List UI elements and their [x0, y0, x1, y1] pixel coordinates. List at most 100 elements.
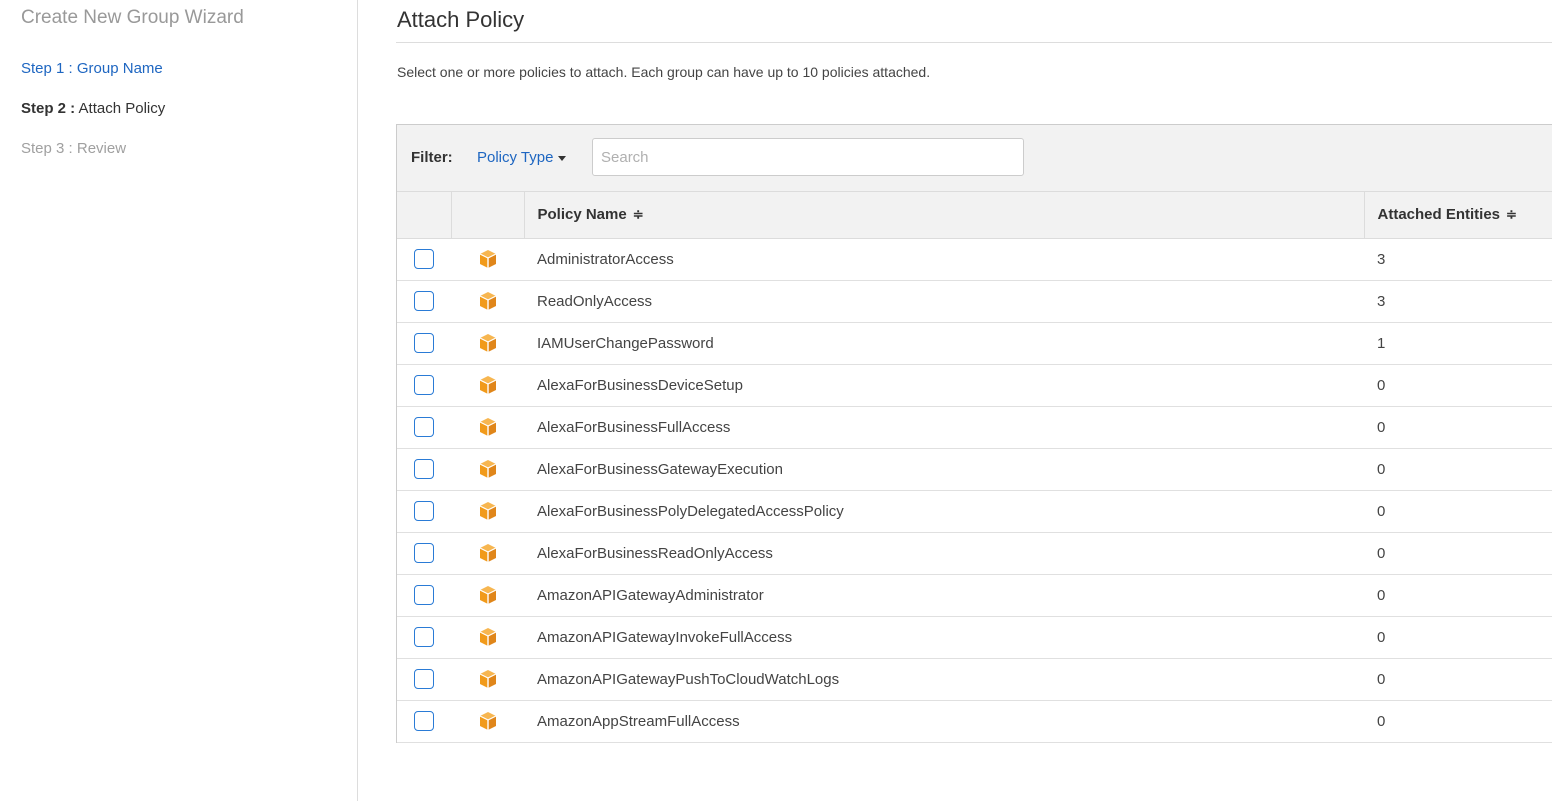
attached-entities-cell: 0 — [1364, 532, 1552, 575]
table-row[interactable]: AmazonAPIGatewayInvokeFullAccess 0 — [397, 616, 1552, 659]
aws-managed-policy-cube-icon — [479, 460, 496, 478]
select-cell — [397, 532, 451, 575]
row-checkbox[interactable] — [414, 249, 434, 269]
step-prefix: Step 2 : — [21, 100, 76, 117]
select-cell — [397, 238, 451, 281]
table-row[interactable]: AlexaForBusinessGatewayExecution 0 — [397, 448, 1552, 491]
attached-entities-cell: 0 — [1364, 700, 1552, 743]
table-row[interactable]: AlexaForBusinessDeviceSetup 0 — [397, 364, 1552, 407]
icon-cell — [451, 700, 524, 743]
policy-name-cell: AlexaForBusinessPolyDelegatedAccessPolic… — [524, 490, 1364, 533]
filter-label: Filter: — [411, 149, 453, 166]
attached-entities-cell: 0 — [1364, 490, 1552, 533]
aws-managed-policy-cube-icon — [479, 712, 496, 730]
policy-name-cell: AmazonAPIGatewayInvokeFullAccess — [524, 616, 1364, 659]
policy-table-panel: Filter: Policy Type Search Policy Name ≑… — [396, 124, 1552, 743]
aws-managed-policy-cube-icon — [479, 670, 496, 688]
icon-cell — [451, 280, 524, 323]
policy-name-cell: AlexaForBusinessFullAccess — [524, 406, 1364, 449]
table-row[interactable]: AlexaForBusinessFullAccess 0 — [397, 406, 1552, 449]
select-cell — [397, 448, 451, 491]
table-row[interactable]: AmazonAPIGatewayAdministrator 0 — [397, 574, 1552, 617]
row-checkbox[interactable] — [414, 291, 434, 311]
select-cell — [397, 364, 451, 407]
header-attached-entities[interactable]: Attached Entities ≑ — [1364, 192, 1552, 239]
header-attached-entities-label: Attached Entities — [1377, 206, 1501, 224]
icon-cell — [451, 406, 524, 449]
select-cell — [397, 616, 451, 659]
row-checkbox[interactable] — [414, 627, 434, 647]
table-row[interactable]: ReadOnlyAccess 3 — [397, 280, 1552, 323]
row-checkbox[interactable] — [414, 501, 434, 521]
step-label: Review — [76, 140, 127, 157]
wizard-title: Create New Group Wizard — [21, 7, 244, 28]
select-cell — [397, 280, 451, 323]
header-select-column — [397, 192, 452, 239]
step-prefix: Step 1 : — [21, 60, 73, 77]
title-divider — [396, 42, 1552, 43]
step-label: Attach Policy — [78, 100, 166, 117]
main-content: Attach Policy Select one or more policie… — [396, 0, 1552, 801]
search-input[interactable] — [592, 138, 1024, 176]
policy-name-cell: AmazonAppStreamFullAccess — [524, 700, 1364, 743]
policy-name-cell: AlexaForBusinessReadOnlyAccess — [524, 532, 1364, 575]
table-row[interactable]: AmazonAPIGatewayPushToCloudWatchLogs 0 — [397, 658, 1552, 701]
select-cell — [397, 700, 451, 743]
row-checkbox[interactable] — [414, 375, 434, 395]
icon-cell — [451, 490, 524, 533]
row-checkbox[interactable] — [414, 543, 434, 563]
step-prefix: Step 3 : — [21, 140, 73, 157]
intro-text: Select one or more policies to attach. E… — [397, 64, 931, 80]
select-cell — [397, 406, 451, 449]
row-checkbox[interactable] — [414, 711, 434, 731]
select-cell — [397, 322, 451, 365]
policy-name-cell: AmazonAPIGatewayAdministrator — [524, 574, 1364, 617]
row-checkbox[interactable] — [414, 333, 434, 353]
header-policy-name-label: Policy Name — [537, 206, 627, 224]
aws-managed-policy-cube-icon — [479, 586, 496, 604]
select-cell — [397, 574, 451, 617]
table-row[interactable]: AmazonAppStreamFullAccess 0 — [397, 700, 1552, 743]
table-row[interactable]: IAMUserChangePassword 1 — [397, 322, 1552, 365]
attached-entities-cell: 0 — [1364, 574, 1552, 617]
aws-managed-policy-cube-icon — [479, 502, 496, 520]
table-row[interactable]: AlexaForBusinessPolyDelegatedAccessPolic… — [397, 490, 1552, 533]
table-row[interactable]: AdministratorAccess 3 — [397, 238, 1552, 281]
wizard-step-attach-policy: Step 2 : Attach Policy — [21, 100, 165, 117]
row-checkbox[interactable] — [414, 585, 434, 605]
row-checkbox[interactable] — [414, 669, 434, 689]
table-row[interactable]: AlexaForBusinessReadOnlyAccess 0 — [397, 532, 1552, 575]
header-icon-column — [451, 192, 525, 239]
attached-entities-cell: 1 — [1364, 322, 1552, 365]
attached-entities-cell: 0 — [1364, 406, 1552, 449]
policy-type-dropdown[interactable]: Policy Type — [477, 149, 567, 166]
step-label: Group Name — [76, 60, 163, 77]
row-checkbox[interactable] — [414, 417, 434, 437]
icon-cell — [451, 532, 524, 575]
select-cell — [397, 490, 451, 533]
table-header-row: Policy Name ≑ Attached Entities ≑ — [397, 192, 1552, 239]
page-title: Attach Policy — [397, 7, 525, 32]
aws-managed-policy-cube-icon — [479, 334, 496, 352]
aws-managed-policy-cube-icon — [479, 628, 496, 646]
attached-entities-cell: 3 — [1364, 280, 1552, 323]
sort-icon[interactable]: ≑ — [633, 207, 644, 223]
create-group-page: Create New Group Wizard Step 1 : Group N… — [0, 0, 1552, 801]
sort-icon[interactable]: ≑ — [1506, 207, 1517, 223]
icon-cell — [451, 616, 524, 659]
filter-bar: Filter: Policy Type — [397, 125, 1552, 192]
policy-type-label: Policy Type — [477, 149, 554, 166]
icon-cell — [451, 448, 524, 491]
attached-entities-cell: 0 — [1364, 364, 1552, 407]
icon-cell — [451, 574, 524, 617]
wizard-step-group-name[interactable]: Step 1 : Group Name — [21, 60, 163, 77]
aws-managed-policy-cube-icon — [479, 250, 496, 268]
policy-name-cell: AlexaForBusinessGatewayExecution — [524, 448, 1364, 491]
select-cell — [397, 658, 451, 701]
row-checkbox[interactable] — [414, 459, 434, 479]
icon-cell — [451, 322, 524, 365]
aws-managed-policy-cube-icon — [479, 418, 496, 436]
header-policy-name[interactable]: Policy Name ≑ — [524, 192, 1365, 239]
attached-entities-cell: 0 — [1364, 616, 1552, 659]
policy-rows: AdministratorAccess 3 ReadOnlyAccess 3 I… — [397, 238, 1552, 743]
